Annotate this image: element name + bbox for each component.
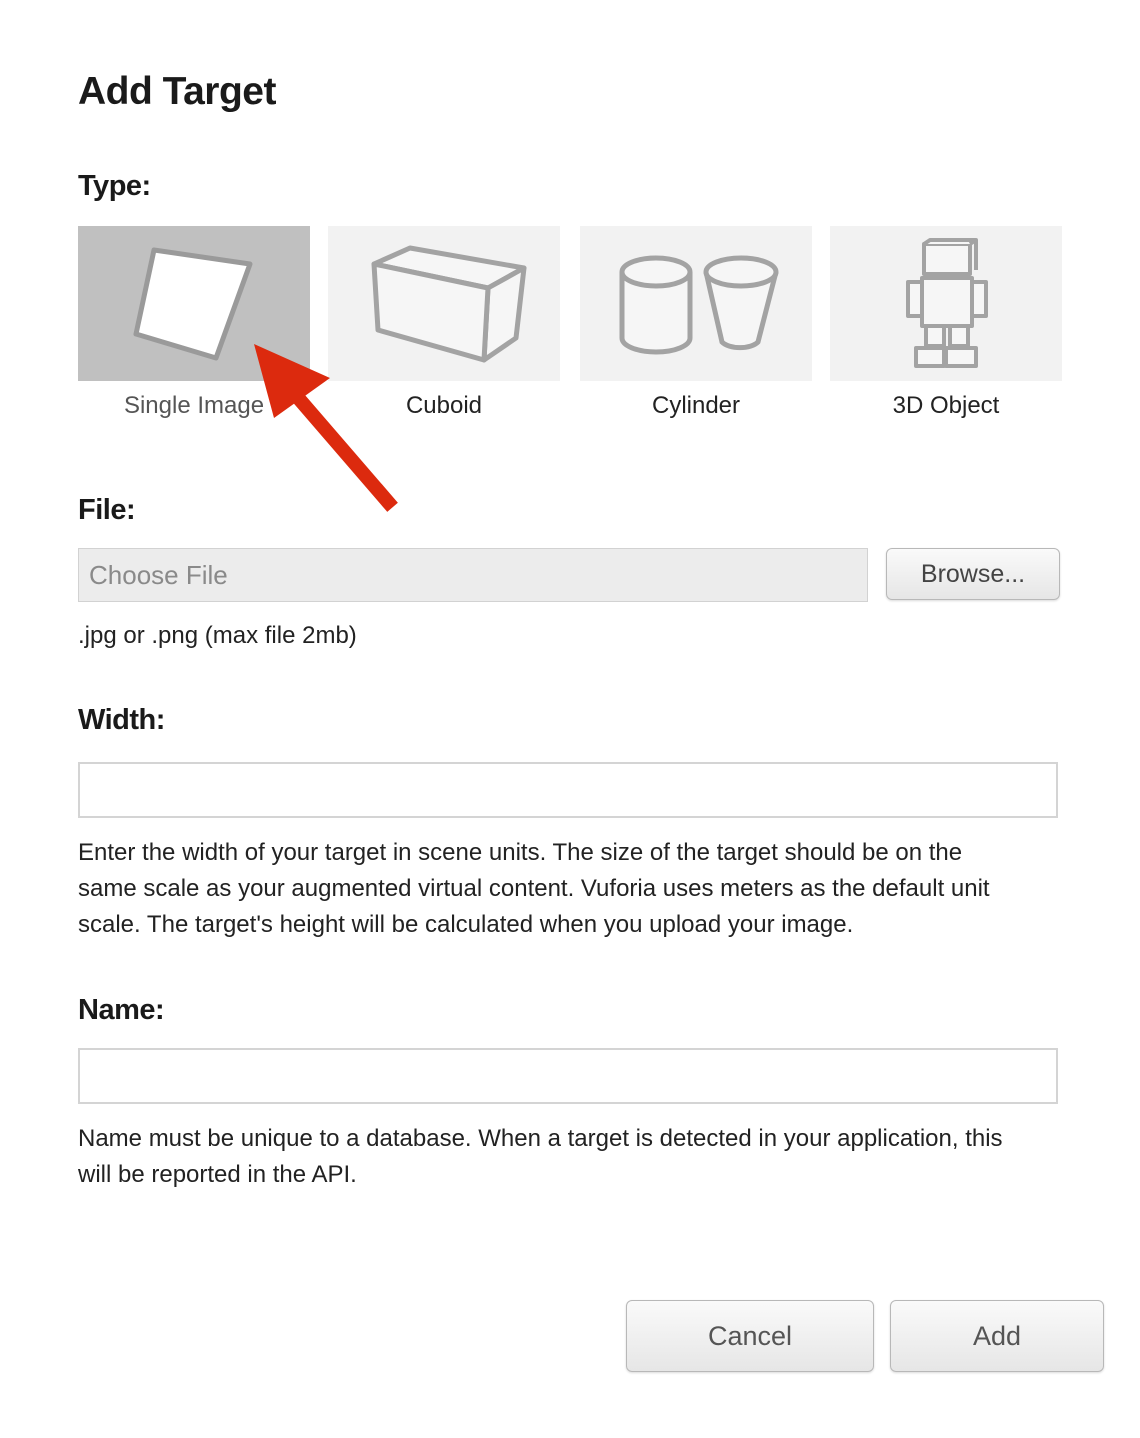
cylinder-icon bbox=[619, 255, 779, 355]
3d-object-icon bbox=[906, 238, 988, 368]
type-option-cylinder-label: Cylinder bbox=[651, 392, 741, 419]
browse-button[interactable]: Browse... bbox=[886, 548, 1060, 600]
type-option-cuboid[interactable] bbox=[328, 226, 560, 381]
name-hint-line: will be reported in the API. bbox=[78, 1161, 357, 1188]
red-arrow-icon bbox=[254, 344, 398, 512]
dialog-title: Add Target bbox=[78, 70, 276, 113]
width-label: Width: bbox=[78, 704, 165, 736]
width-hint: Enter the width of your target in scene … bbox=[78, 835, 990, 943]
width-hint-line: Enter the width of your target in scene … bbox=[78, 839, 963, 866]
type-option-3d-object-label: 3D Object bbox=[892, 392, 1000, 419]
type-option-single-image[interactable] bbox=[78, 226, 310, 381]
name-input[interactable] bbox=[78, 1048, 1058, 1104]
file-label: File: bbox=[78, 494, 136, 526]
cuboid-icon bbox=[371, 245, 527, 363]
name-hint-line: Name must be unique to a database. When … bbox=[78, 1125, 1003, 1152]
file-format-hint: .jpg or .png (max file 2mb) bbox=[78, 622, 357, 649]
width-hint-line: same scale as your augmented virtual con… bbox=[78, 875, 990, 902]
file-path-field[interactable]: Choose File bbox=[78, 548, 868, 602]
cancel-button[interactable]: Cancel bbox=[626, 1300, 874, 1372]
type-option-3d-object[interactable] bbox=[830, 226, 1062, 381]
type-option-cuboid-label: Cuboid bbox=[405, 392, 483, 419]
width-input[interactable] bbox=[78, 762, 1058, 818]
name-hint: Name must be unique to a database. When … bbox=[78, 1121, 1003, 1193]
add-button[interactable]: Add bbox=[890, 1300, 1104, 1372]
single-image-icon bbox=[133, 247, 253, 361]
type-option-cylinder[interactable] bbox=[580, 226, 812, 381]
type-label: Type: bbox=[78, 170, 151, 202]
type-option-single-image-label: Single Image bbox=[123, 392, 265, 419]
name-label: Name: bbox=[78, 994, 165, 1026]
width-hint-line: scale. The target's height will be calcu… bbox=[78, 911, 854, 938]
